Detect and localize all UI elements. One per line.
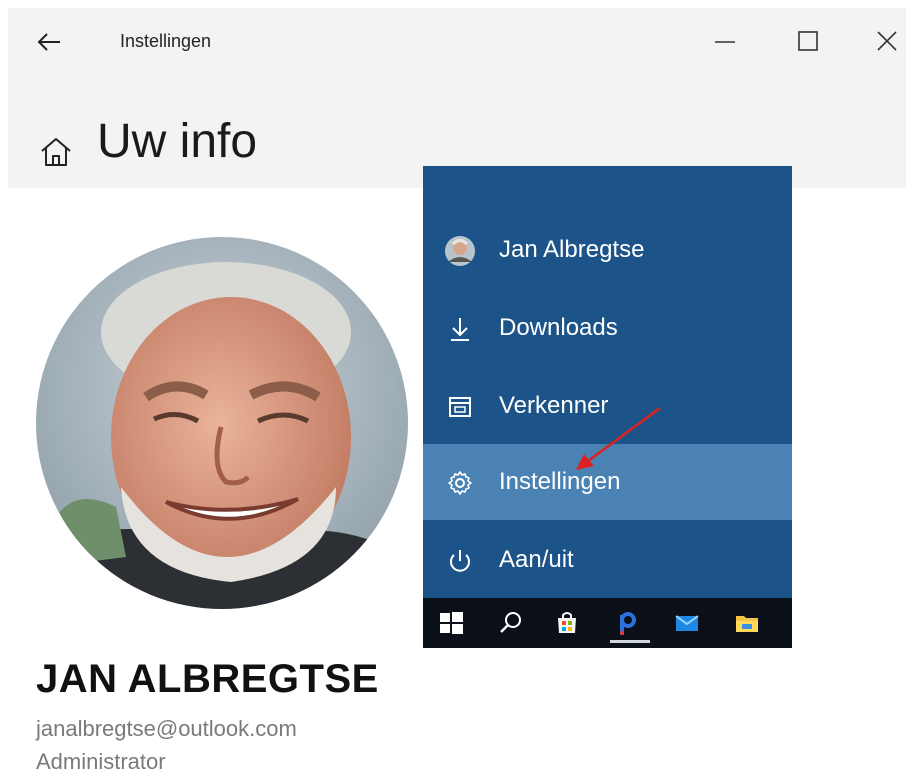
search-icon[interactable] [497, 609, 525, 637]
start-menu-item-label: Jan Albregtse [499, 236, 645, 263]
gear-icon [448, 471, 472, 495]
maximize-icon [798, 31, 818, 51]
user-name: JAN ALBREGTSE [36, 657, 379, 701]
arrow-left-icon [37, 33, 60, 51]
minimize-icon [715, 41, 735, 43]
file-explorer-icon [449, 397, 471, 417]
app-title: Instellingen [120, 31, 212, 51]
start-menu-item-label: Downloads [499, 314, 618, 341]
page-title: Uw info [97, 115, 258, 168]
taskbar-active-indicator [610, 640, 650, 643]
maximize-button[interactable] [785, 18, 831, 64]
power-icon [450, 550, 470, 572]
user-email: janalbregtse@outlook.com [36, 716, 297, 741]
app-icon[interactable] [613, 609, 641, 637]
mail-icon[interactable] [673, 609, 701, 637]
home-icon [36, 132, 76, 172]
start-menu-item-user[interactable]: Jan Albregtse [423, 212, 792, 288]
start-menu-item-power[interactable]: Aan/uit [423, 522, 792, 598]
folder-icon[interactable] [733, 609, 761, 637]
user-role: Administrator [36, 749, 166, 774]
windows-start-icon[interactable] [437, 609, 465, 637]
minimize-button[interactable] [702, 18, 748, 64]
annotation-arrow-icon [576, 406, 661, 470]
download-icon [451, 318, 469, 341]
close-icon [877, 31, 897, 51]
close-button[interactable] [864, 18, 906, 64]
start-menu-item-label: Aan/uit [499, 546, 574, 573]
profile-picture [36, 237, 408, 609]
start-menu-item-downloads[interactable]: Downloads [423, 290, 792, 366]
user-avatar-icon [445, 236, 475, 266]
back-button[interactable] [30, 22, 70, 62]
taskbar [423, 598, 792, 648]
store-icon[interactable] [553, 609, 581, 637]
